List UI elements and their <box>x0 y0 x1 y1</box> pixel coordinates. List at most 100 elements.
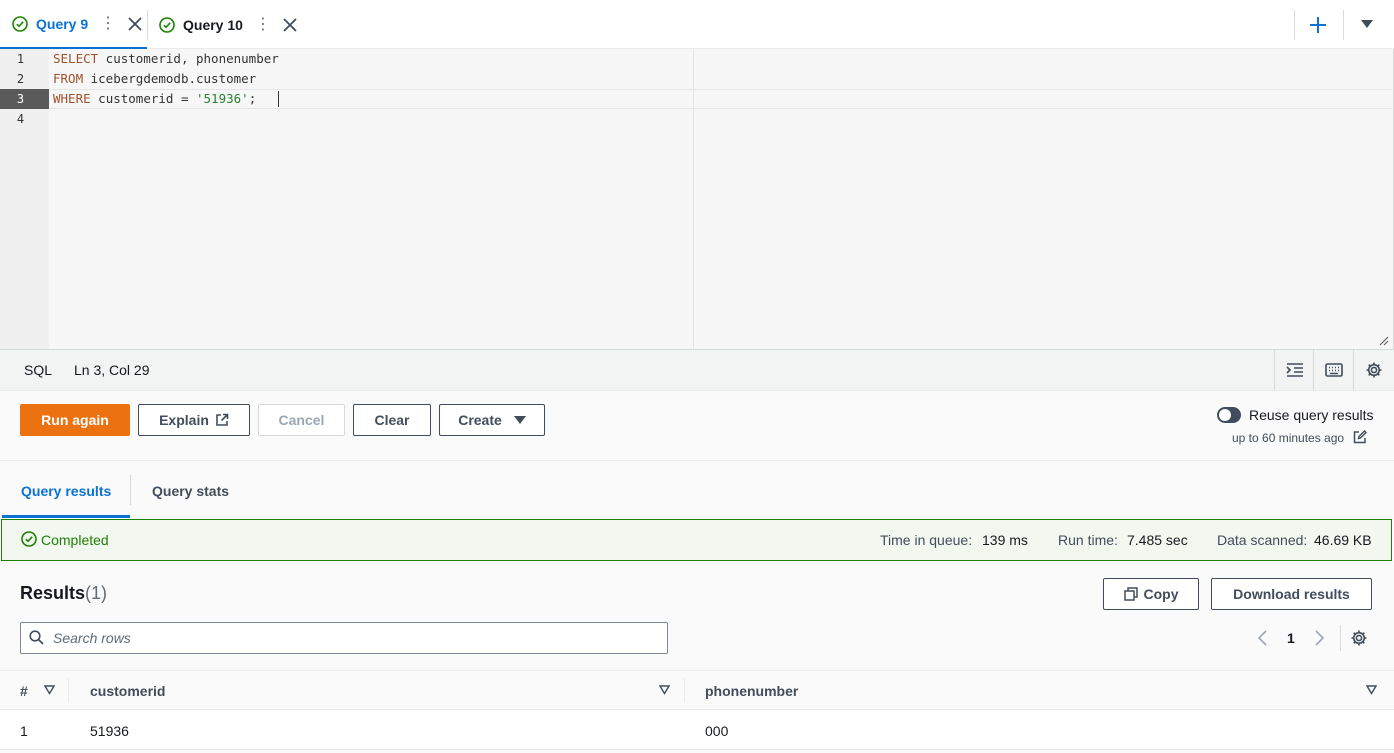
next-page-button[interactable] <box>1313 630 1325 646</box>
code-token: WHERE <box>53 91 91 106</box>
text-cursor <box>278 91 279 107</box>
run-again-label: Run again <box>41 412 109 428</box>
table-settings-button[interactable] <box>1350 629 1368 647</box>
language-indicator: SQL <box>24 362 53 378</box>
copy-label: Copy <box>1143 586 1179 602</box>
keyboard-shortcuts-button[interactable] <box>1313 350 1353 390</box>
download-results-button[interactable]: Download results <box>1211 578 1372 610</box>
tab-query-stats[interactable]: Query stats <box>152 483 229 499</box>
line-number: 4 <box>16 112 25 126</box>
prev-page-button[interactable] <box>1257 630 1269 646</box>
close-icon[interactable] <box>283 17 297 32</box>
tab-menu-icon[interactable]: ⋮ <box>100 15 116 32</box>
edit-icon <box>1353 430 1367 444</box>
reuse-results-sublabel: up to 60 minutes ago <box>1232 431 1345 445</box>
reuse-results-label: Reuse query results <box>1249 407 1374 423</box>
tab-label: Query 10 <box>183 16 243 33</box>
format-query-button[interactable] <box>1274 350 1314 390</box>
editor-settings-button[interactable] <box>1353 350 1393 390</box>
tab-label: Query 9 <box>36 15 89 32</box>
code-line[interactable]: SELECT customerid, phonenumber <box>53 49 279 69</box>
resize-handle-icon[interactable] <box>1377 334 1389 346</box>
data-scanned-label: Data scanned: <box>1217 532 1308 548</box>
format-icon <box>1285 363 1303 377</box>
code-line[interactable]: FROM icebergdemodb.customer <box>53 69 256 89</box>
create-button[interactable]: Create <box>439 404 545 436</box>
code-token: '51936' <box>196 91 249 106</box>
code-token: SELECT <box>53 51 99 66</box>
chevron-right-icon <box>1315 630 1325 646</box>
column-divider <box>684 678 685 702</box>
keyboard-icon <box>1324 363 1343 377</box>
table-row <box>0 710 1394 750</box>
column-divider <box>68 678 69 702</box>
active-tab-underline <box>2 515 130 518</box>
explain-label: Explain <box>159 412 209 428</box>
cancel-button[interactable]: Cancel <box>258 404 345 436</box>
clear-button[interactable]: Clear <box>353 404 431 436</box>
column-header-index: # <box>20 683 28 699</box>
sort-icon[interactable] <box>659 685 670 695</box>
column-header-customerid[interactable]: customerid <box>90 683 165 699</box>
current-page[interactable]: 1 <box>1287 630 1295 646</box>
cell-index: 1 <box>20 723 28 739</box>
add-tab-button[interactable] <box>1308 15 1328 35</box>
tab-divider <box>130 475 131 505</box>
editor-status-bar <box>0 349 1394 391</box>
run-time-label: Run time: <box>1058 532 1118 548</box>
external-link-icon <box>216 413 229 426</box>
results-count: (1) <box>85 583 107 603</box>
check-circle-icon <box>12 15 28 32</box>
tab-divider <box>1294 10 1295 40</box>
copy-icon <box>1123 587 1138 601</box>
close-icon[interactable] <box>128 16 142 31</box>
cell-customerid: 51936 <box>90 723 129 739</box>
line-number-active: 3 <box>0 89 49 109</box>
download-label: Download results <box>1233 586 1350 602</box>
search-placeholder: Search rows <box>53 630 131 646</box>
tab-menu-icon[interactable]: ⋮ <box>255 16 271 33</box>
tab-query-9[interactable]: Query 9 ⋮ <box>0 0 147 49</box>
table-header <box>0 670 1394 710</box>
check-circle-icon <box>159 16 175 33</box>
caret-down-icon <box>1361 20 1373 28</box>
code-token: icebergdemodb.customer <box>83 71 257 86</box>
cancel-label: Cancel <box>278 412 325 428</box>
tab-query-10[interactable]: Query 10 ⋮ <box>148 0 298 49</box>
tab-divider <box>1343 10 1344 40</box>
code-token: FROM <box>53 71 84 86</box>
sort-icon[interactable] <box>44 685 55 695</box>
edit-reuse-button[interactable] <box>1353 430 1367 444</box>
explain-button[interactable]: Explain <box>138 404 250 436</box>
status-text: Completed <box>41 532 109 548</box>
tab-query-results[interactable]: Query results <box>21 483 111 499</box>
cursor-position: Ln 3, Col 29 <box>74 362 150 378</box>
code-token: customerid, phonenumber <box>98 51 279 66</box>
clear-label: Clear <box>374 412 410 428</box>
copy-button[interactable]: Copy <box>1103 578 1199 610</box>
chevron-left-icon <box>1257 630 1267 646</box>
results-title: Results <box>20 583 86 603</box>
code-token: ; <box>248 91 257 106</box>
run-time-value: 7.485 sec <box>1127 532 1188 548</box>
code-line[interactable]: WHERE customerid = '51936'; <box>53 89 256 109</box>
caret-down-icon <box>513 416 526 424</box>
pagination-divider <box>1340 625 1341 651</box>
queue-time-label: Time in queue: <box>880 532 973 548</box>
line-number: 2 <box>16 72 25 86</box>
gear-icon <box>1366 362 1381 378</box>
line-number: 1 <box>16 52 25 66</box>
sort-icon[interactable] <box>1366 685 1377 695</box>
plus-icon <box>1310 17 1326 33</box>
code-token: customerid = <box>90 91 196 106</box>
toggle-knob <box>1219 409 1231 421</box>
search-icon <box>29 630 44 645</box>
gear-icon <box>1351 630 1367 646</box>
column-header-phonenumber[interactable]: phonenumber <box>705 683 798 699</box>
run-again-button[interactable]: Run again <box>20 404 130 436</box>
tab-overflow-button[interactable] <box>1361 19 1373 29</box>
check-circle-icon <box>21 531 37 547</box>
cell-phonenumber: 000 <box>705 723 729 739</box>
queue-time-value: 139 ms <box>982 532 1028 548</box>
create-label: Create <box>458 412 502 428</box>
